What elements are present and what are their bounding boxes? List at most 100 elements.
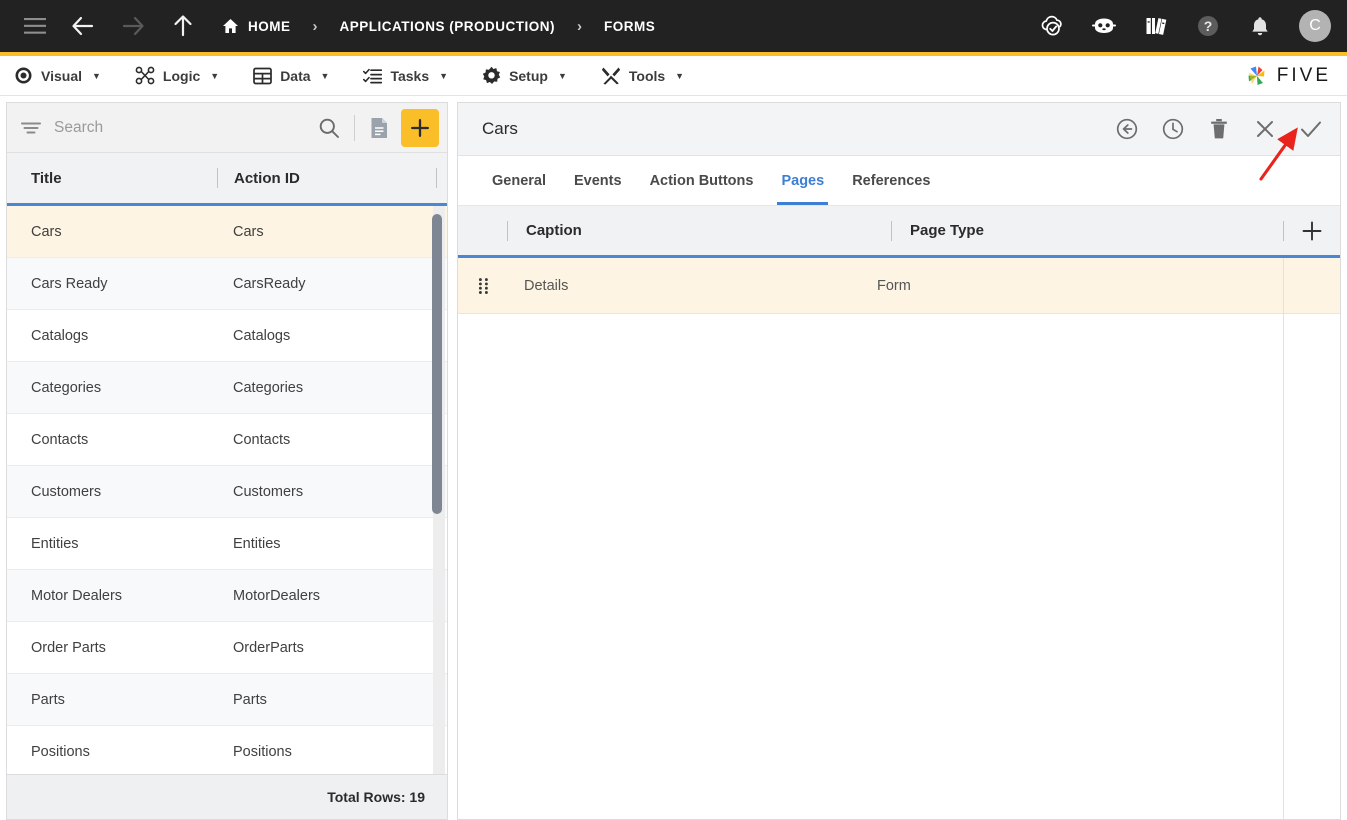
brand-text: FIVE [1276,64,1331,86]
detail-header: Cars [458,103,1340,156]
breadcrumb-item-home[interactable]: HOME [222,18,291,34]
menu-item-setup[interactable]: Setup ▼ [482,66,567,85]
menu-item-data[interactable]: Data ▼ [253,67,329,85]
menu-item-logic[interactable]: Logic ▼ [135,66,219,85]
table-row[interactable]: Catalogs Catalogs [7,310,447,362]
forms-scrollbar[interactable] [432,206,445,774]
tools-icon [601,66,621,85]
delete-icon[interactable] [1206,116,1232,142]
menu-label-tasks: Tasks [390,67,430,84]
save-icon[interactable] [1298,116,1324,142]
cell-title: Motor Dealers [31,587,123,604]
pages-row-container: Details Form [458,258,1340,314]
menu-item-tasks[interactable]: Tasks ▼ [363,67,448,85]
column-header-title[interactable]: Title [7,153,217,203]
breadcrumb-item-applications[interactable]: APPLICATIONS (PRODUCTION) [340,19,556,34]
add-form-button[interactable] [401,108,439,147]
hamburger-icon[interactable] [18,9,52,43]
topbar-action-icons: ? C [1035,9,1331,43]
cell-title: Entities [31,535,79,552]
table-row[interactable]: Contacts Contacts [7,414,447,466]
back-arrow-icon[interactable] [66,9,100,43]
table-row[interactable]: Cars Ready CarsReady [7,258,447,310]
menu-label-logic: Logic [162,67,201,84]
pages-grid-body: Details Form [458,258,1340,819]
revert-icon[interactable] [1114,116,1140,142]
document-icon[interactable] [363,112,395,144]
column-divider[interactable] [436,168,437,188]
gear-icon [482,66,501,85]
detail-action-toolbar [1114,116,1324,142]
pages-grid-header: Caption Page Type [458,206,1340,258]
checklist-icon [363,67,383,85]
breadcrumb: HOME › APPLICATIONS (PRODUCTION) › FORMS [222,18,655,35]
menu-label-setup: Setup [509,67,548,84]
table-row[interactable]: Motor Dealers MotorDealers [7,570,447,622]
tab-references[interactable]: References [838,156,944,205]
forward-arrow-icon[interactable] [116,9,150,43]
cell-action-id: Categories [233,379,304,396]
tab-general[interactable]: General [478,156,560,205]
breadcrumb-separator: › [577,17,582,35]
forms-scrollbar-thumb[interactable] [432,214,442,514]
table-row[interactable]: Cars Cars [7,206,447,258]
cell-action-id: Positions [233,743,292,760]
five-pinwheel-icon [1244,63,1270,89]
books-icon[interactable] [1139,9,1173,43]
tab-pages[interactable]: Pages [767,156,838,205]
cancel-icon[interactable] [1252,116,1278,142]
history-icon[interactable] [1160,116,1186,142]
table-row[interactable]: Positions Positions [7,726,447,774]
svg-text:?: ? [1204,18,1213,34]
cell-title: Cars Ready [31,275,108,292]
breadcrumb-item-forms[interactable]: FORMS [604,19,655,34]
pages-right-column-line [1283,258,1284,819]
tab-events[interactable]: Events [560,156,636,205]
forms-grid-header: Title Action ID [7,153,447,206]
avatar[interactable]: C [1299,10,1331,42]
table-row[interactable]: Order Parts OrderParts [7,622,447,674]
drag-handle-icon[interactable] [458,277,510,295]
search-icon[interactable] [312,111,346,145]
cell-action-id: Parts [233,691,267,708]
cell-title: Catalogs [31,327,89,344]
tab-action-buttons[interactable]: Action Buttons [636,156,768,205]
add-page-button[interactable] [1284,220,1340,242]
search-toolbar [7,103,447,153]
workspace: Title Action ID CarsCars Cars Ready CarsRe… [0,96,1347,820]
chevron-down-icon: ▼ [320,70,330,81]
menu-item-visual[interactable]: Visual ▼ [14,66,101,85]
cell-page-type: Form [877,277,911,294]
detail-tabs: General Events Action Buttons Pages Refe… [458,156,1340,206]
table-row[interactable]: Details Form [458,258,1340,314]
cell-title: Categories [31,379,102,396]
cell-action-id: Entities [233,535,281,552]
table-grid-icon [253,67,273,85]
application-menu-bar: Visual ▼ Logic ▼ Data ▼ Tasks ▼ Setup ▼ … [0,56,1347,96]
column-header-caption[interactable]: Caption [508,222,891,239]
column-header-action-id[interactable]: Action ID [218,153,436,203]
help-circle-icon[interactable]: ? [1191,9,1225,43]
chevron-down-icon: ▼ [210,70,220,81]
table-row[interactable]: Parts Parts [7,674,447,726]
chevron-down-icon: ▼ [675,70,685,81]
filter-icon[interactable] [21,121,41,135]
up-arrow-icon[interactable] [166,9,200,43]
cell-action-id: CarsReady [233,275,306,292]
search-input[interactable] [54,118,312,137]
node-graph-icon [135,66,155,85]
cell-title: Order Parts [31,639,106,656]
menu-item-tools[interactable]: Tools ▼ [601,66,684,85]
cell-title: Positions [31,743,90,760]
cell-action-id: MotorDealers [233,587,321,604]
table-row[interactable]: Entities Entities [7,518,447,570]
cloud-check-icon[interactable] [1035,9,1069,43]
table-row[interactable]: Categories Categories [7,362,447,414]
column-header-page-type[interactable]: Page Type [892,222,1283,239]
table-row[interactable]: Customers Customers [7,466,447,518]
topbar-left-group: HOME › APPLICATIONS (PRODUCTION) › FORMS [18,9,1035,43]
cell-title: Customers [31,483,102,500]
chevron-down-icon: ▼ [557,70,567,81]
robot-icon[interactable] [1087,9,1121,43]
bell-icon[interactable] [1243,9,1277,43]
